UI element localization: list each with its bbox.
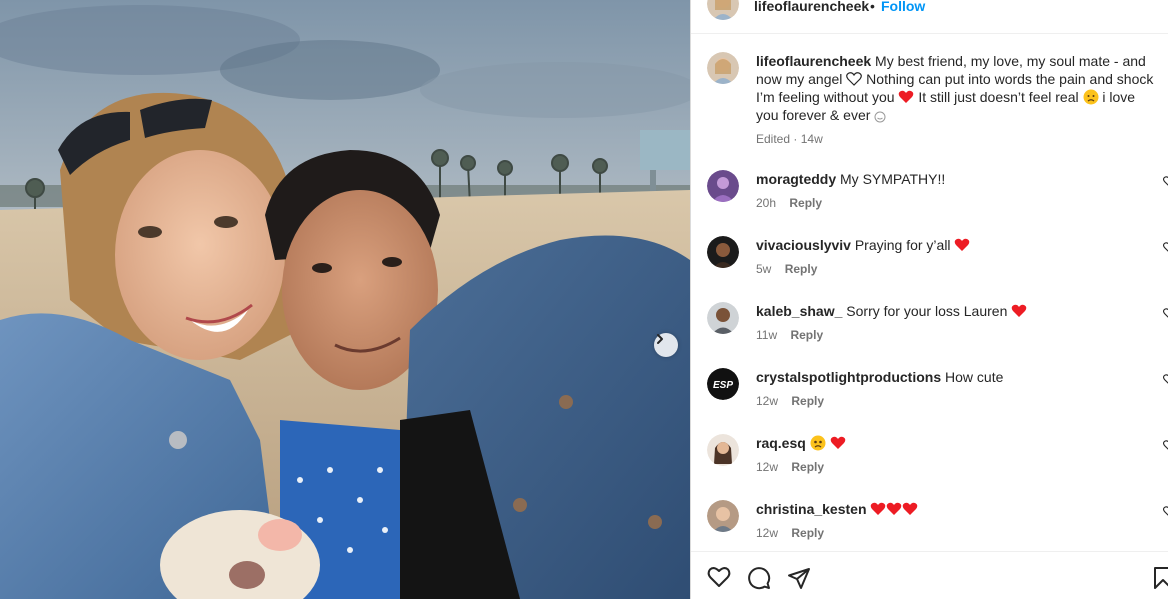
caption-text: lifeoflaurencheek My best friend, my lov…	[756, 52, 1161, 124]
post-action-bar	[691, 551, 1168, 599]
reply-button[interactable]: Reply	[790, 328, 823, 342]
white-heart-emoji-icon	[846, 72, 863, 86]
red-heart-emoji-icon	[887, 502, 902, 515]
comment-text: Sorry for your loss Lauren	[846, 303, 1008, 319]
meta-dot: ·	[793, 132, 798, 146]
comment-text: How cute	[945, 369, 1004, 385]
comment-item: moragteddy My SYMPATHY!! 20h Reply	[707, 170, 1168, 220]
post-side-panel: lifeoflaurencheek • Follow lifeoflaurenc…	[690, 0, 1168, 599]
comment-line: moragteddy My SYMPATHY!!	[756, 170, 945, 188]
commenter-avatar[interactable]	[707, 302, 739, 334]
red-heart-emoji-icon	[955, 238, 970, 251]
comment-username[interactable]: moragteddy	[756, 171, 836, 187]
next-slide-button[interactable]	[654, 333, 678, 357]
caption-avatar[interactable]	[707, 52, 739, 84]
reply-button[interactable]: Reply	[791, 526, 824, 540]
commenter-avatar[interactable]	[707, 236, 739, 268]
comment-username[interactable]: kaleb_shaw_	[756, 303, 842, 319]
comment-meta: 20h Reply	[756, 196, 822, 210]
comment-text: My SYMPATHY!!	[840, 171, 946, 187]
comment-time: 20h	[756, 196, 777, 210]
sad-face-emoji-icon	[810, 435, 826, 451]
reply-button[interactable]: Reply	[785, 262, 818, 276]
reply-button[interactable]: Reply	[791, 394, 824, 408]
comment-time: 12w	[756, 460, 779, 474]
red-heart-emoji-icon	[1011, 304, 1027, 317]
comment-like-icon[interactable]	[1163, 374, 1168, 385]
commenter-avatar[interactable]: ESP	[707, 368, 739, 400]
disappointed-face-emoji-icon	[1083, 89, 1098, 105]
comment-meta: 12w Reply	[756, 460, 824, 474]
comment-line: crystalspotlightproductions How cute	[756, 368, 1003, 386]
comment-meta: 12w Reply	[756, 394, 824, 408]
red-heart-emoji-icon	[830, 436, 845, 449]
comment-line: christina_kesten	[756, 500, 918, 518]
speech-bubble-icon[interactable]	[747, 566, 771, 590]
comment-item: kaleb_shaw_ Sorry for your loss Lauren 1…	[707, 302, 1168, 352]
comment-meta: 5w Reply	[756, 262, 817, 276]
photo-illustration	[0, 0, 690, 599]
author-avatar[interactable]	[707, 0, 739, 20]
comment-item: raq.esq 12w Reply	[707, 434, 1168, 484]
comment-like-icon[interactable]	[1163, 242, 1168, 253]
reply-button[interactable]: Reply	[791, 460, 824, 474]
comment-username[interactable]: vivaciouslyviv	[756, 237, 851, 253]
comment-username[interactable]: raq.esq	[756, 435, 806, 451]
comment-item: ESP crystalspotlightproductions How cute…	[707, 368, 1168, 418]
chevron-right-icon	[657, 334, 663, 344]
paper-plane-icon[interactable]	[787, 566, 811, 590]
comment-like-icon[interactable]	[1163, 176, 1168, 187]
edited-label: Edited	[756, 132, 791, 146]
follow-button[interactable]: Follow	[881, 0, 925, 14]
reply-button[interactable]: Reply	[789, 196, 822, 210]
comment-text: Praying for y’all	[854, 237, 951, 253]
caption-meta: Edited · 14w	[756, 132, 823, 146]
comment-meta: 11w Reply	[756, 328, 823, 342]
svg-text:ESP: ESP	[713, 380, 733, 391]
red-heart-emoji-icon	[903, 502, 918, 515]
comment-like-icon[interactable]	[1163, 440, 1168, 451]
comment-like-icon[interactable]	[1163, 506, 1168, 517]
comment-meta: 12w Reply	[756, 526, 824, 540]
commenter-avatar[interactable]	[707, 500, 739, 532]
caption-username[interactable]: lifeoflaurencheek	[756, 53, 871, 69]
comment-line: vivaciouslyviv Praying for y’all	[756, 236, 970, 254]
post-photo	[0, 0, 690, 599]
comment-time: 12w	[756, 526, 779, 540]
comment-time: 12w	[756, 394, 779, 408]
comment-time: 5w	[756, 262, 772, 276]
bookmark-icon[interactable]	[1153, 566, 1168, 590]
heart-outline-icon[interactable]	[707, 566, 731, 588]
comment-like-icon[interactable]	[1163, 308, 1168, 319]
comment-username[interactable]: christina_kesten	[756, 501, 867, 517]
caption-time: 14w	[800, 132, 823, 146]
commenter-avatar[interactable]	[707, 170, 739, 202]
red-heart-emoji-icon	[871, 502, 886, 515]
author-username[interactable]: lifeoflaurencheek	[754, 0, 869, 14]
separator-dot: •	[870, 0, 875, 14]
comment-item: vivaciouslyviv Praying for y’all 5w Repl…	[707, 236, 1168, 286]
commenter-avatar[interactable]	[707, 434, 739, 466]
comment-username[interactable]: crystalspotlightproductions	[756, 369, 941, 385]
comment-item: christina_kesten 12w Reply	[707, 500, 1168, 550]
comment-line: kaleb_shaw_ Sorry for your loss Lauren	[756, 302, 1027, 320]
post-header: lifeoflaurencheek • Follow	[691, 0, 1168, 34]
caption-text-part3: It still just doesn’t feel real	[918, 89, 1079, 105]
smiling-face-emoji-icon	[874, 111, 886, 123]
comment-line: raq.esq	[756, 434, 846, 452]
comment-time: 11w	[756, 328, 778, 342]
red-heart-emoji-icon	[899, 90, 914, 103]
